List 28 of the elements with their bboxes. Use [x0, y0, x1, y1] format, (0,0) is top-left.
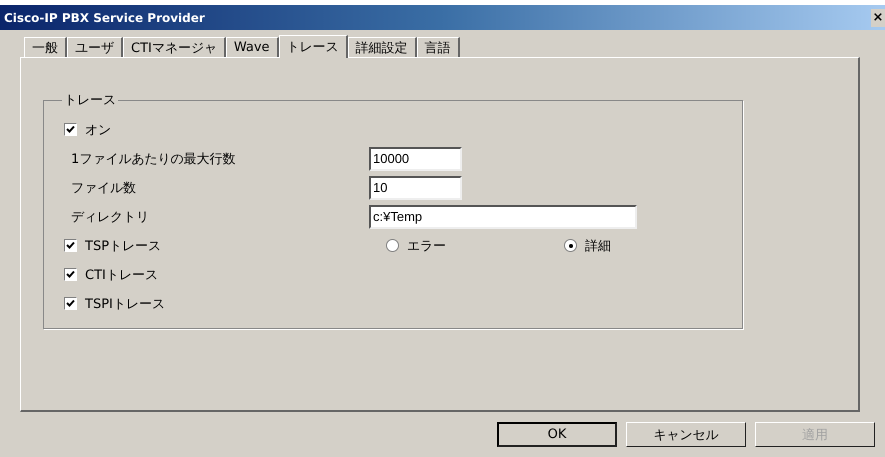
window-title: Cisco-IP PBX Service Provider — [4, 10, 205, 24]
tab[interactable]: CTIマネージャ — [123, 37, 226, 57]
dialog-button[interactable]: OK — [497, 422, 617, 447]
field-label: ファイル数 — [70, 180, 137, 196]
tab[interactable]: 詳細設定 — [348, 37, 417, 57]
field-label: ディレクトリ — [70, 208, 150, 226]
checkbox[interactable]: TSPトレース — [64, 236, 369, 254]
group-title: トレース — [63, 92, 117, 109]
dialog-button[interactable]: キャンセル — [626, 422, 746, 447]
close-button[interactable]: × — [871, 8, 885, 26]
input-field[interactable]: 10000 — [369, 146, 462, 170]
field-label: 1ファイルあたりの最大行数 — [70, 150, 236, 168]
tab[interactable]: トレース — [278, 35, 348, 58]
tab[interactable]: 言語 — [416, 37, 460, 57]
tab[interactable]: ユーザ — [67, 37, 123, 57]
check-icon — [66, 241, 75, 250]
check-icon — [66, 299, 75, 308]
tab[interactable]: 一般 — [24, 37, 67, 57]
tab[interactable]: Wave — [226, 37, 279, 57]
radio-button[interactable]: 詳細 — [564, 236, 742, 254]
check-icon — [66, 125, 75, 134]
input-field[interactable]: 10 — [369, 176, 462, 200]
check-icon — [66, 270, 75, 279]
input-field[interactable]: c:¥Temp — [369, 204, 637, 228]
radio-button[interactable]: エラー — [386, 236, 564, 254]
checkbox[interactable]: TSPIトレース — [64, 294, 369, 312]
checkbox[interactable]: オン — [64, 120, 369, 138]
checkbox[interactable]: CTIトレース — [64, 266, 369, 284]
